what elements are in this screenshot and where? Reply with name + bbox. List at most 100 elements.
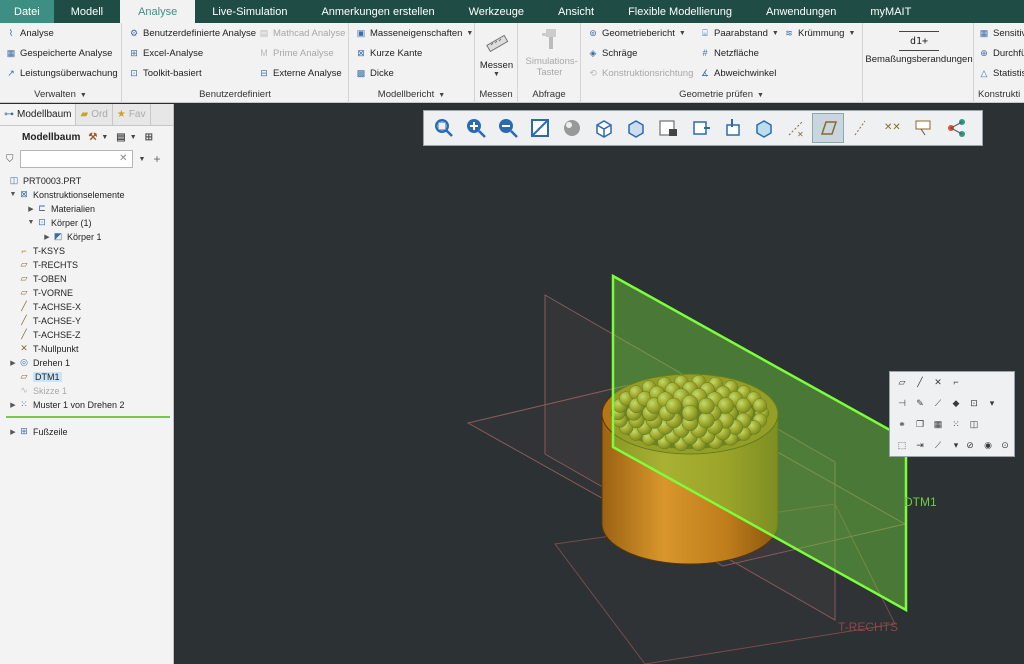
tree-node-t-nullpunkt[interactable]: ✕ T-Nullpunkt	[18, 342, 78, 355]
tab-ansicht[interactable]: Ansicht	[541, 0, 611, 23]
tab-datei[interactable]: Datei	[0, 0, 54, 23]
hide-icon[interactable]: ⊘	[962, 437, 978, 453]
repaint-button[interactable]	[524, 113, 556, 143]
tab-analyse[interactable]: Analyse	[120, 0, 196, 23]
tab-favoriten[interactable]: ★ Fav	[113, 104, 151, 125]
tab-anwendungen[interactable]: Anwendungen	[749, 0, 853, 23]
link-icon[interactable]: ⚭	[894, 416, 910, 432]
refit-button[interactable]	[428, 113, 460, 143]
tree-node-koerper-1[interactable]: ▶ ◩ Körper 1	[42, 230, 101, 243]
group-title-verwalten[interactable]: Verwalten ▼	[0, 89, 121, 100]
appearance-button[interactable]	[748, 113, 780, 143]
geometriebericht-button[interactable]: ⊚ Geometriebericht ▼	[587, 24, 686, 42]
schraege-button[interactable]: ◈ Schräge	[587, 44, 638, 62]
datum-display-button[interactable]: ✕	[780, 113, 812, 143]
konstruktionsrichtung-button[interactable]: ⟲ Konstruktionsrichtung	[587, 64, 693, 82]
view-manager-button[interactable]	[620, 113, 652, 143]
dimension-icon[interactable]: ⊣	[894, 395, 910, 411]
tree-node-drehen-1[interactable]: ▶ ◎ Drehen 1	[8, 356, 70, 369]
pattern-icon[interactable]: ⁙	[948, 416, 964, 432]
tree-node-t-achse-x[interactable]: ╱ T-ACHSE-X	[18, 300, 81, 313]
perspective-button[interactable]	[652, 113, 684, 143]
tree-node-konstruktionselemente[interactable]: ▼ ⊠ Konstruktionselemente	[8, 188, 125, 201]
chevron-down-icon[interactable]: ▼	[130, 134, 137, 141]
tab-live-simulation[interactable]: Live-Simulation	[195, 0, 304, 23]
axis-icon[interactable]: ╱	[912, 374, 928, 390]
mirror-icon[interactable]: ◫	[966, 416, 982, 432]
tree-node-t-achse-z[interactable]: ╱ T-ACHSE-Z	[18, 328, 80, 341]
tree-node-dtm1[interactable]: ▱ DTM1	[18, 370, 62, 383]
point-display-toggle[interactable]: ✕✕	[876, 113, 908, 143]
tab-mymait[interactable]: myMAIT	[853, 0, 928, 23]
zoom-in-button[interactable]	[460, 113, 492, 143]
tree-node-t-achse-y[interactable]: ╱ T-ACHSE-Y	[18, 314, 81, 327]
saved-orientations-button[interactable]	[588, 113, 620, 143]
axis-display-toggle[interactable]	[844, 113, 876, 143]
section-button[interactable]	[684, 113, 716, 143]
plane-display-toggle[interactable]	[812, 113, 844, 143]
grid-icon[interactable]: ▦	[930, 416, 946, 432]
spin-center-toggle[interactable]	[940, 113, 972, 143]
chevron-right-icon[interactable]: ▶	[8, 401, 18, 409]
show-icon[interactable]: ◉	[980, 437, 996, 453]
tab-modellbaum[interactable]: ⊶ Modellbaum	[0, 104, 77, 125]
group-title-modellbericht[interactable]: Modellbericht ▼	[349, 89, 474, 100]
chevron-down-icon[interactable]: ▼	[8, 191, 18, 198]
dicke-button[interactable]: ▩ Dicke	[355, 64, 394, 82]
simulations-taster-button[interactable]: Simulations-Taster	[520, 25, 579, 78]
tree-node-muster-1[interactable]: ▶ ⁙ Muster 1 von Drehen 2	[8, 398, 124, 411]
settings-tools-icon[interactable]: ⚒	[88, 132, 97, 143]
insert-indicator[interactable]	[6, 416, 170, 418]
group-title-geometrie-pruefen[interactable]: Geometrie prüfen ▼	[581, 89, 862, 100]
annotation-display-toggle[interactable]	[908, 113, 940, 143]
tab-modell[interactable]: Modell	[54, 0, 120, 23]
chevron-right-icon[interactable]: ▶	[8, 359, 18, 367]
add-icon[interactable]: +	[153, 152, 160, 166]
brush-icon[interactable]: ✎	[912, 395, 928, 411]
chevron-right-icon[interactable]: ▶	[42, 233, 52, 241]
zoom-out-button[interactable]	[492, 113, 524, 143]
netzflaeche-button[interactable]: # Netzfläche	[699, 44, 758, 62]
layers-button[interactable]	[716, 113, 748, 143]
show-icon[interactable]: ▤	[116, 132, 125, 143]
tree-node-t-oben[interactable]: ▱ T-OBEN	[18, 272, 67, 285]
abweichwinkel-button[interactable]: ∡ Abweichwinkel	[699, 64, 776, 82]
tree-node-part[interactable]: ◫ PRT0003.PRT	[8, 174, 81, 187]
properties-icon[interactable]: ⊡	[966, 395, 982, 411]
chevron-right-icon[interactable]: ▶	[8, 428, 18, 436]
leistungsueberwachung-button[interactable]: ↗ Leistungsüberwachung	[5, 64, 118, 82]
display-style-button[interactable]	[556, 113, 588, 143]
tab-werkzeuge[interactable]: Werkzeuge	[452, 0, 541, 23]
gespeicherte-analyse-button[interactable]: ▦ Gespeicherte Analyse	[5, 44, 113, 62]
tree-node-t-vorne[interactable]: ▱ T-VORNE	[18, 286, 73, 299]
statistisch-button[interactable]: △ Statistis	[978, 64, 1024, 82]
durchfuehrbarkeit-button[interactable]: ⊕ Durchfü	[978, 44, 1024, 62]
tab-anmerkungen[interactable]: Anmerkungen erstellen	[304, 0, 451, 23]
tree-node-t-rechts[interactable]: ▱ T-RECHTS	[18, 258, 78, 271]
filter-icon[interactable]: ⛉	[6, 154, 14, 165]
externe-analyse-button[interactable]: ⊟ Externe Analyse	[258, 64, 341, 82]
masseneigenschaften-button[interactable]: ▣ Masseneigenschaften ▼	[355, 24, 474, 42]
excel-analyse-button[interactable]: ⊞ Excel-Analyse	[128, 44, 203, 62]
fill-icon[interactable]: ◆	[948, 395, 964, 411]
chevron-right-icon[interactable]: ▶	[26, 205, 36, 213]
toolkit-basiert-button[interactable]: ⊡ Toolkit-basiert	[128, 64, 201, 82]
move-icon[interactable]: ⇥	[912, 437, 928, 453]
tree-node-t-ksys[interactable]: ⌐ T-KSYS	[18, 244, 65, 257]
show-only-icon[interactable]: ⊙	[997, 437, 1013, 453]
tree-node-materialien[interactable]: ▶ ⊏ Materialien	[26, 202, 95, 215]
tab-ordner[interactable]: ▰ Ord	[76, 104, 113, 125]
graphics-viewport[interactable]: DTM1 T-RECHTS ✕ ✕✕ ▱ ╱ ✕ ⌐ ⊣ ✎ ⟋ ◆ ⊡ ▾ ⚭…	[175, 104, 1024, 664]
plane-icon[interactable]: ▱	[894, 374, 910, 390]
csys-icon[interactable]: ⌐	[948, 374, 964, 390]
tree-node-fusszeile[interactable]: ▶ ⊞ Fußzeile	[8, 425, 67, 438]
point-icon[interactable]: ✕	[930, 374, 946, 390]
copy-icon[interactable]: ❐	[912, 416, 928, 432]
sensitivitaet-button[interactable]: ▦ Sensitiv	[978, 24, 1024, 42]
chevron-down-icon[interactable]: ▾	[984, 395, 1000, 411]
paarabstand-button[interactable]: ⌸ Paarabstand ▼	[699, 24, 779, 42]
tree-node-skizze-1[interactable]: ∿ Skizze 1	[18, 384, 67, 397]
chevron-down-icon[interactable]: ▼	[139, 156, 146, 163]
messen-button[interactable]: Messen ▼	[478, 29, 515, 78]
edit-icon[interactable]: ⟋	[930, 395, 946, 411]
